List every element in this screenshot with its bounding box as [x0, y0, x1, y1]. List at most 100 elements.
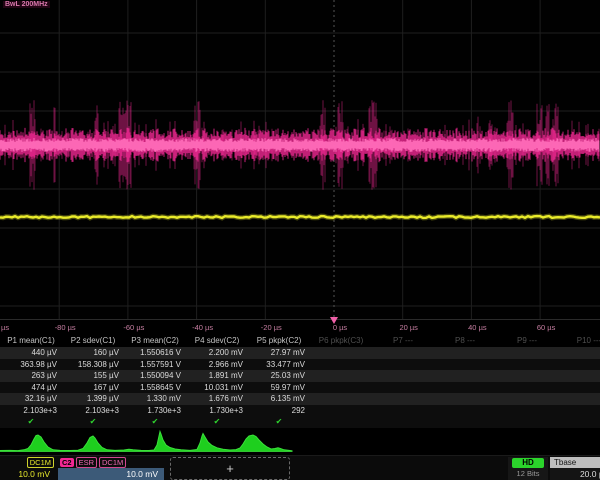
measure-cell — [372, 405, 434, 417]
add-trace-button[interactable]: + — [170, 457, 290, 480]
time-axis-label: 60 µs — [537, 323, 556, 332]
measure-header-9[interactable]: P9 --- — [496, 334, 558, 347]
c1-coupling-badge: DC1M — [27, 457, 54, 468]
measure-header-10[interactable]: P10 --- — [558, 334, 600, 347]
measure-cell: 440 µV — [0, 347, 62, 359]
measurement-histogram — [0, 428, 600, 455]
c1-badge-row: DC1M — [0, 457, 56, 468]
measure-cell: 2.103e+3 — [62, 405, 124, 417]
timebase-title: Tbase — [550, 457, 600, 468]
measure-header-8[interactable]: P8 --- — [434, 334, 496, 347]
c2-scale-value: 10.0 mV — [58, 468, 164, 480]
measure-cell — [372, 370, 434, 382]
measure-cell: 1.399 µV — [62, 393, 124, 405]
measure-cell — [496, 382, 558, 394]
measure-cell: 155 µV — [62, 370, 124, 382]
measure-cell — [310, 382, 372, 394]
channel-c1-descriptor[interactable]: DC1M 10.0 mV — [0, 457, 56, 480]
time-axis-label: -80 µs — [55, 323, 76, 332]
time-axis-label: 0 µs — [333, 323, 347, 332]
measure-cell: 160 µV — [62, 347, 124, 359]
measure-cell — [372, 382, 434, 394]
measure-cell: 1.676 mV — [186, 393, 248, 405]
measure-cell — [558, 393, 600, 405]
measure-cell — [434, 405, 496, 417]
measure-cell — [434, 382, 496, 394]
measure-cell: 27.97 mV — [248, 347, 310, 359]
c2-label-badge: C2 — [60, 458, 74, 467]
measure-cell — [434, 347, 496, 359]
measure-cell: 292 — [248, 405, 310, 417]
measure-status-cell: ✔ — [62, 416, 124, 428]
c1-scale-value: 10.0 mV — [0, 468, 56, 480]
measure-cell — [310, 393, 372, 405]
measure-cell — [372, 359, 434, 371]
measure-cell: 2.966 mV — [186, 359, 248, 371]
bandwidth-annotation: BwL 200MHz — [3, 1, 50, 8]
measure-status-cell — [434, 416, 496, 428]
measure-cell: 1.550616 V — [124, 347, 186, 359]
measure-cell: 1.730e+3 — [186, 405, 248, 417]
measure-cell: 1.330 mV — [124, 393, 186, 405]
measure-cell — [434, 370, 496, 382]
measure-cell: 1.891 mV — [186, 370, 248, 382]
measure-cell — [496, 347, 558, 359]
waveform-display[interactable]: BwL 200MHz — [0, 0, 600, 320]
timebase-descriptor[interactable]: Tbase 20.0 µs — [550, 457, 600, 480]
measure-cell: 263 µV — [0, 370, 62, 382]
measure-cell: 1.558645 V — [124, 382, 186, 394]
oscilloscope-screen: BwL 200MHz -100 µs -80 µs -60 µs -40 µs -20 … — [0, 0, 600, 480]
measure-cell — [372, 393, 434, 405]
c2-esr-badge: ESR — [76, 457, 97, 468]
measure-cell: 6.135 mV — [248, 393, 310, 405]
time-axis-label: -100 µs — [0, 323, 9, 332]
waveform-plot-canvas — [0, 0, 600, 320]
measure-status-cell: ✔ — [248, 416, 310, 428]
measure-cell: 158.308 µV — [62, 359, 124, 371]
time-axis-label: 20 µs — [399, 323, 418, 332]
measure-header-2[interactable]: P2 sdev(C1) — [62, 334, 124, 347]
measure-header-3[interactable]: P3 mean(C2) — [124, 334, 186, 347]
measure-cell: 1.730e+3 — [124, 405, 186, 417]
timebase-value: 20.0 µs — [550, 468, 600, 480]
hd-mode-badge: HD — [512, 458, 544, 468]
measure-cell — [496, 370, 558, 382]
measure-cell: 167 µV — [62, 382, 124, 394]
measure-status-cell: ✔ — [186, 416, 248, 428]
bottom-toolbar: DC1M 10.0 mV C2 ESR DC1M 10.0 mV + HD 12… — [0, 455, 600, 480]
measure-cell — [496, 405, 558, 417]
acquisition-status-tile[interactable]: HD 12 Bits — [508, 457, 548, 480]
time-axis-label: -60 µs — [123, 323, 144, 332]
measure-cell: 59.97 mV — [248, 382, 310, 394]
measure-cell — [558, 382, 600, 394]
measure-cell — [310, 405, 372, 417]
measure-cell: 474 µV — [0, 382, 62, 394]
c2-badge-row: C2 ESR DC1M — [58, 457, 164, 468]
measure-header-4[interactable]: P4 sdev(C2) — [186, 334, 248, 347]
measure-cell: 2.200 mV — [186, 347, 248, 359]
measure-cell — [558, 405, 600, 417]
measure-cell — [372, 347, 434, 359]
measure-header-5[interactable]: P5 pkpk(C2) — [248, 334, 310, 347]
bit-depth-label: 12 Bits — [508, 469, 548, 478]
measure-cell — [558, 347, 600, 359]
histogram-strip[interactable] — [0, 428, 600, 455]
measure-cell: 10.031 mV — [186, 382, 248, 394]
measure-cell — [310, 370, 372, 382]
measure-status-cell — [310, 416, 372, 428]
measure-cell — [310, 359, 372, 371]
channel-c2-descriptor[interactable]: C2 ESR DC1M 10.0 mV — [58, 457, 164, 480]
time-axis: -100 µs -80 µs -60 µs -40 µs -20 µs 0 µs 20 µs… — [0, 320, 600, 334]
measure-header-1[interactable]: P1 mean(C1) — [0, 334, 62, 347]
measure-header-7[interactable]: P7 --- — [372, 334, 434, 347]
time-axis-label: 40 µs — [468, 323, 487, 332]
time-axis-label: -40 µs — [192, 323, 213, 332]
measure-cell: 32.16 µV — [0, 393, 62, 405]
c2-coupling-badge: DC1M — [99, 457, 126, 468]
measure-header-6[interactable]: P6 pkpk(C3) — [310, 334, 372, 347]
measure-cell — [496, 393, 558, 405]
measurement-table: P1 mean(C1)P2 sdev(C1)P3 mean(C2)P4 sdev… — [0, 334, 600, 428]
measure-cell: 1.557591 V — [124, 359, 186, 371]
time-axis-label: -20 µs — [261, 323, 282, 332]
measure-cell: 33.477 mV — [248, 359, 310, 371]
